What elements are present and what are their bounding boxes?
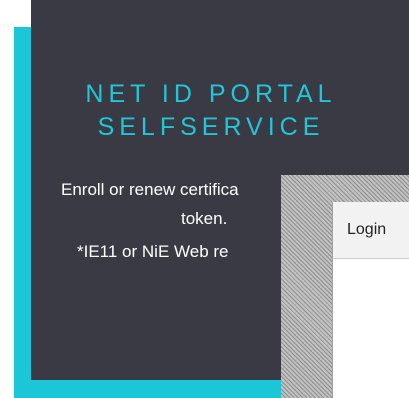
portal-title-line1: NET ID PORTAL	[85, 80, 337, 108]
portal-description-line3: *IE11 or NiE Web re	[77, 242, 229, 261]
login-dialog[interactable]: Login	[332, 202, 409, 398]
portal-title-line2: SELFSERVICE	[97, 113, 325, 141]
portal-description-line2: token.	[181, 209, 228, 228]
login-dialog-header: Login	[333, 202, 409, 259]
login-dialog-title: Login	[347, 221, 387, 238]
portal-description-line1: Enroll or renew certifica	[61, 180, 239, 199]
